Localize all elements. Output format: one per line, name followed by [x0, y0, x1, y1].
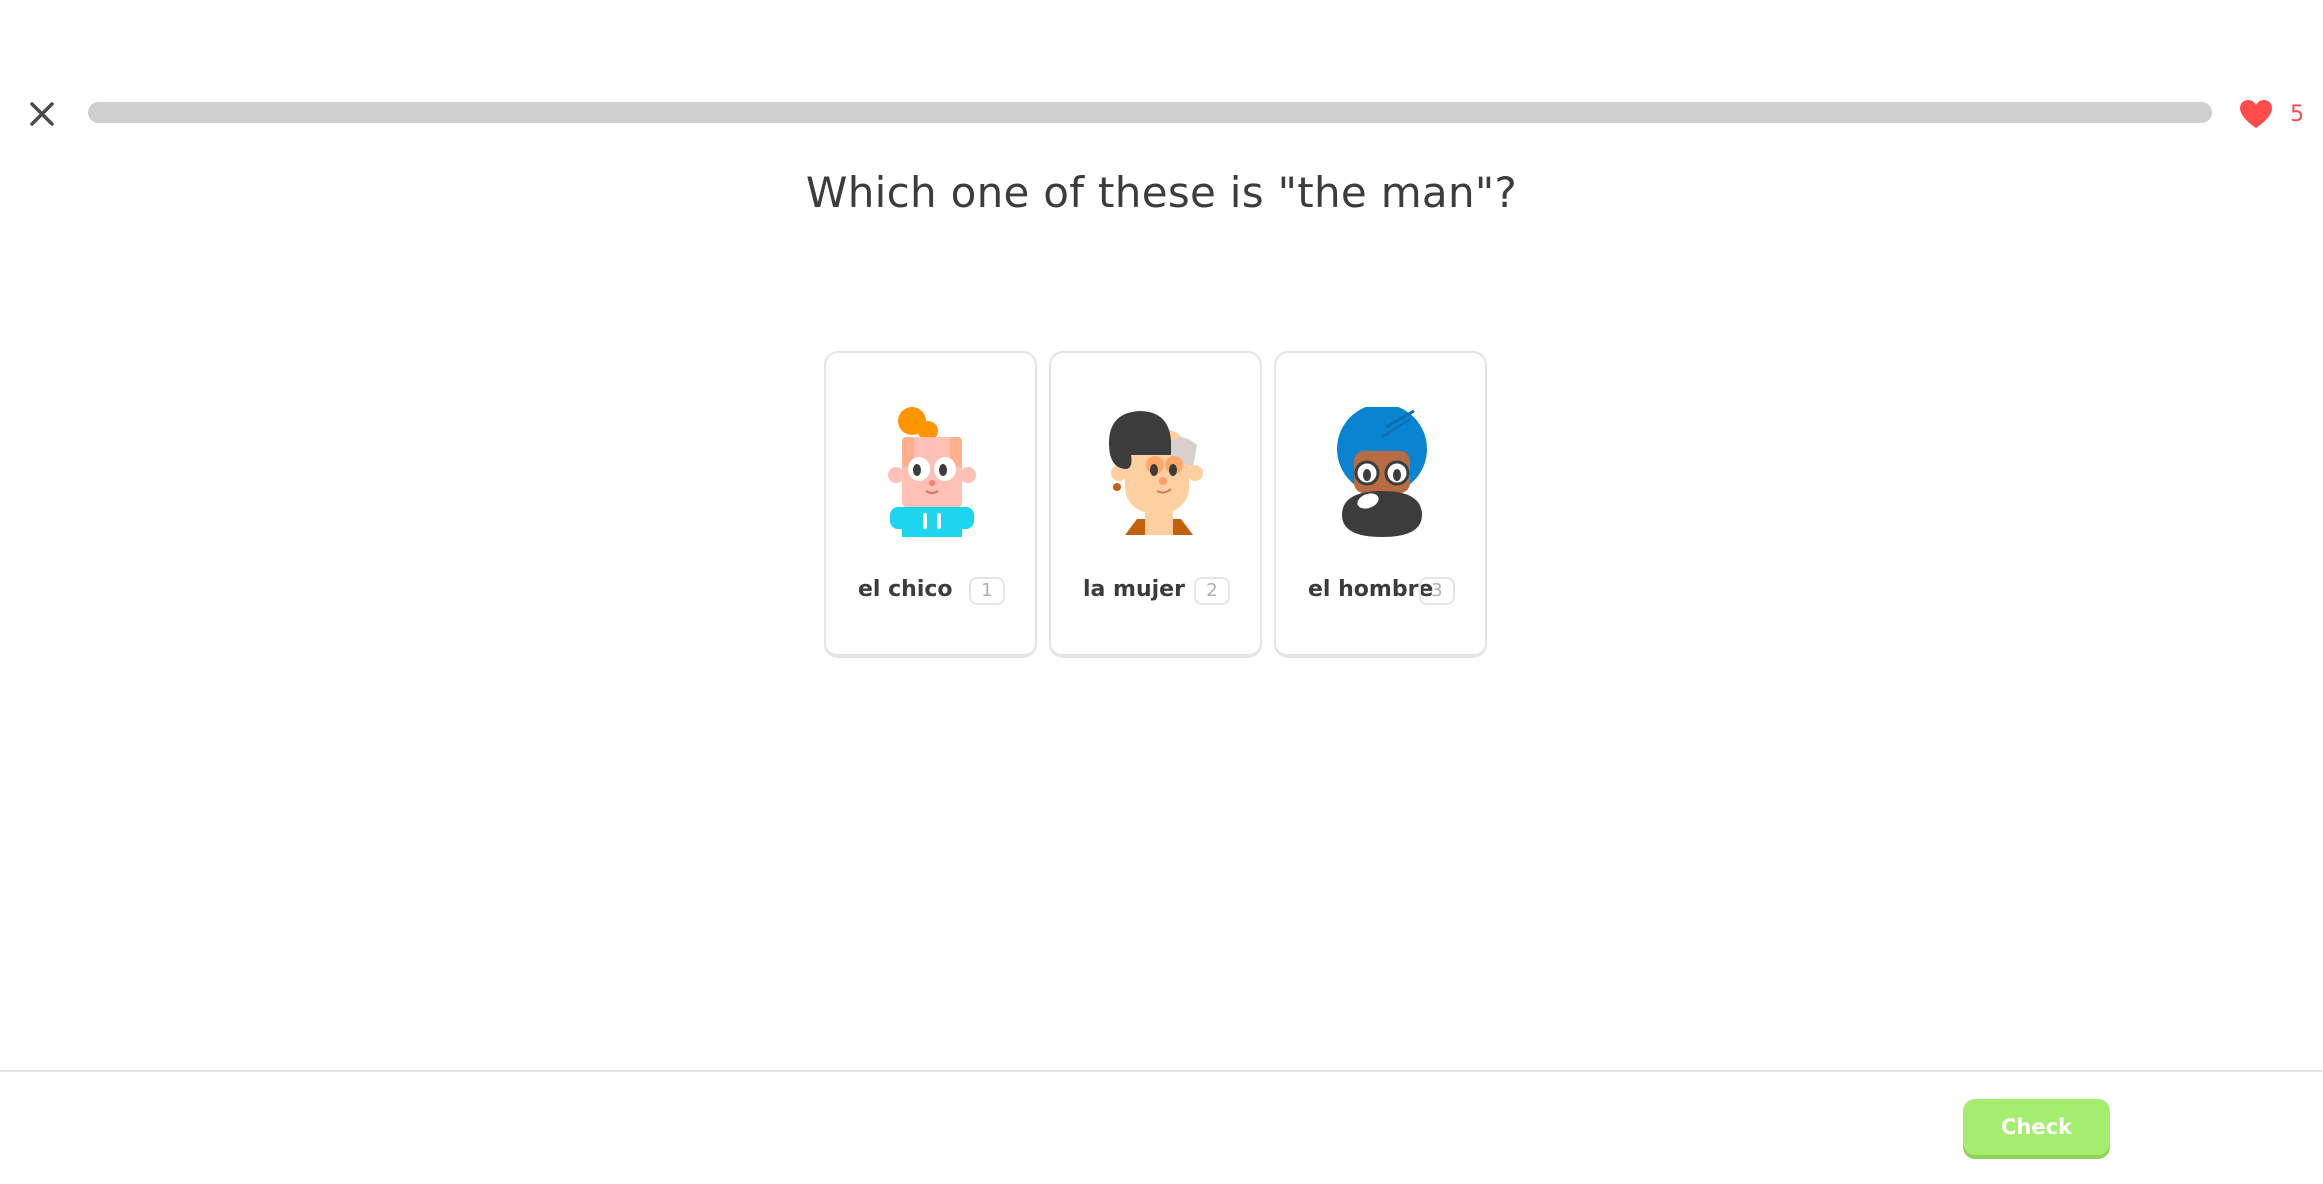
choice-key-badge: 3 — [1419, 577, 1455, 605]
hearts-count: 5 — [2290, 101, 2304, 127]
close-icon — [30, 102, 54, 126]
boy-illustration — [888, 407, 976, 537]
choice-list: el chico 1 la mujer 2 el hombre 3 — [824, 351, 1487, 658]
choice-key-badge: 1 — [969, 577, 1005, 605]
choice-card-el-chico[interactable]: el chico 1 — [824, 351, 1037, 658]
choice-card-el-hombre[interactable]: el hombre 3 — [1274, 351, 1487, 658]
woman-illustration — [1109, 411, 1203, 535]
footer-divider — [0, 1070, 2323, 1072]
choice-label: la mujer — [1083, 577, 1185, 602]
choice-card-la-mujer[interactable]: la mujer 2 — [1049, 351, 1262, 658]
hearts-indicator[interactable]: 5 — [2238, 94, 2304, 134]
choice-key-badge: 2 — [1194, 577, 1230, 605]
lesson-progress-bar — [88, 102, 2212, 123]
close-button[interactable] — [22, 94, 62, 134]
heart-icon — [2240, 100, 2272, 128]
man-illustration — [1337, 407, 1427, 537]
choice-label: el hombre — [1308, 577, 1434, 602]
question-prompt: Which one of these is "the man"? — [805, 168, 1518, 217]
choice-label: el chico — [858, 577, 953, 602]
check-button[interactable]: Check — [1963, 1099, 2110, 1155]
